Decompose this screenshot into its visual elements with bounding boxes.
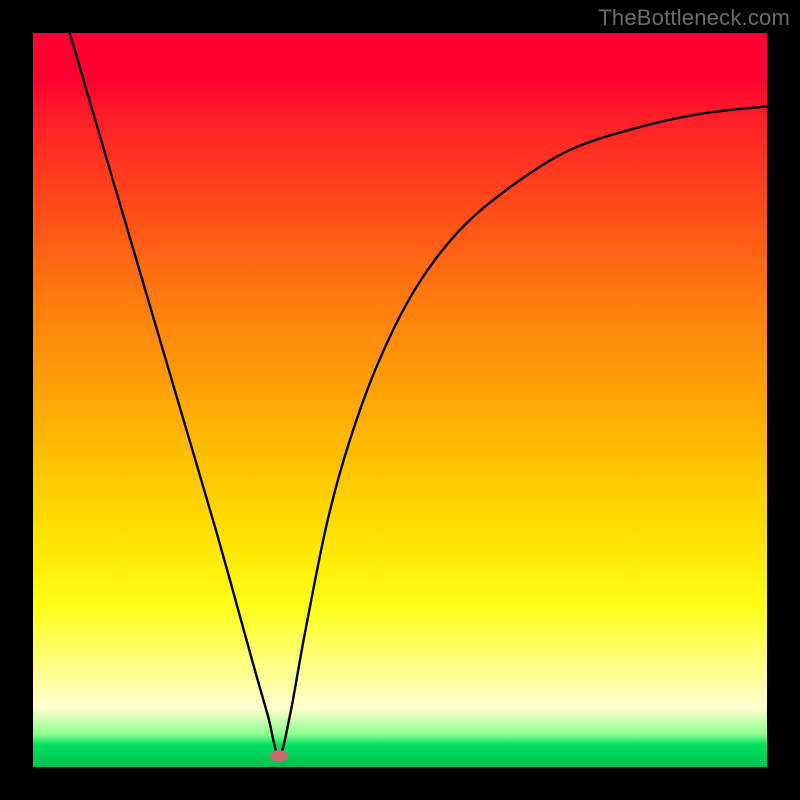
watermark-text: TheBottleneck.com bbox=[598, 5, 790, 31]
bottleneck-curve bbox=[33, 33, 767, 767]
chart-frame: TheBottleneck.com bbox=[0, 0, 800, 800]
plot-area bbox=[33, 33, 767, 767]
minimum-marker bbox=[270, 750, 288, 762]
